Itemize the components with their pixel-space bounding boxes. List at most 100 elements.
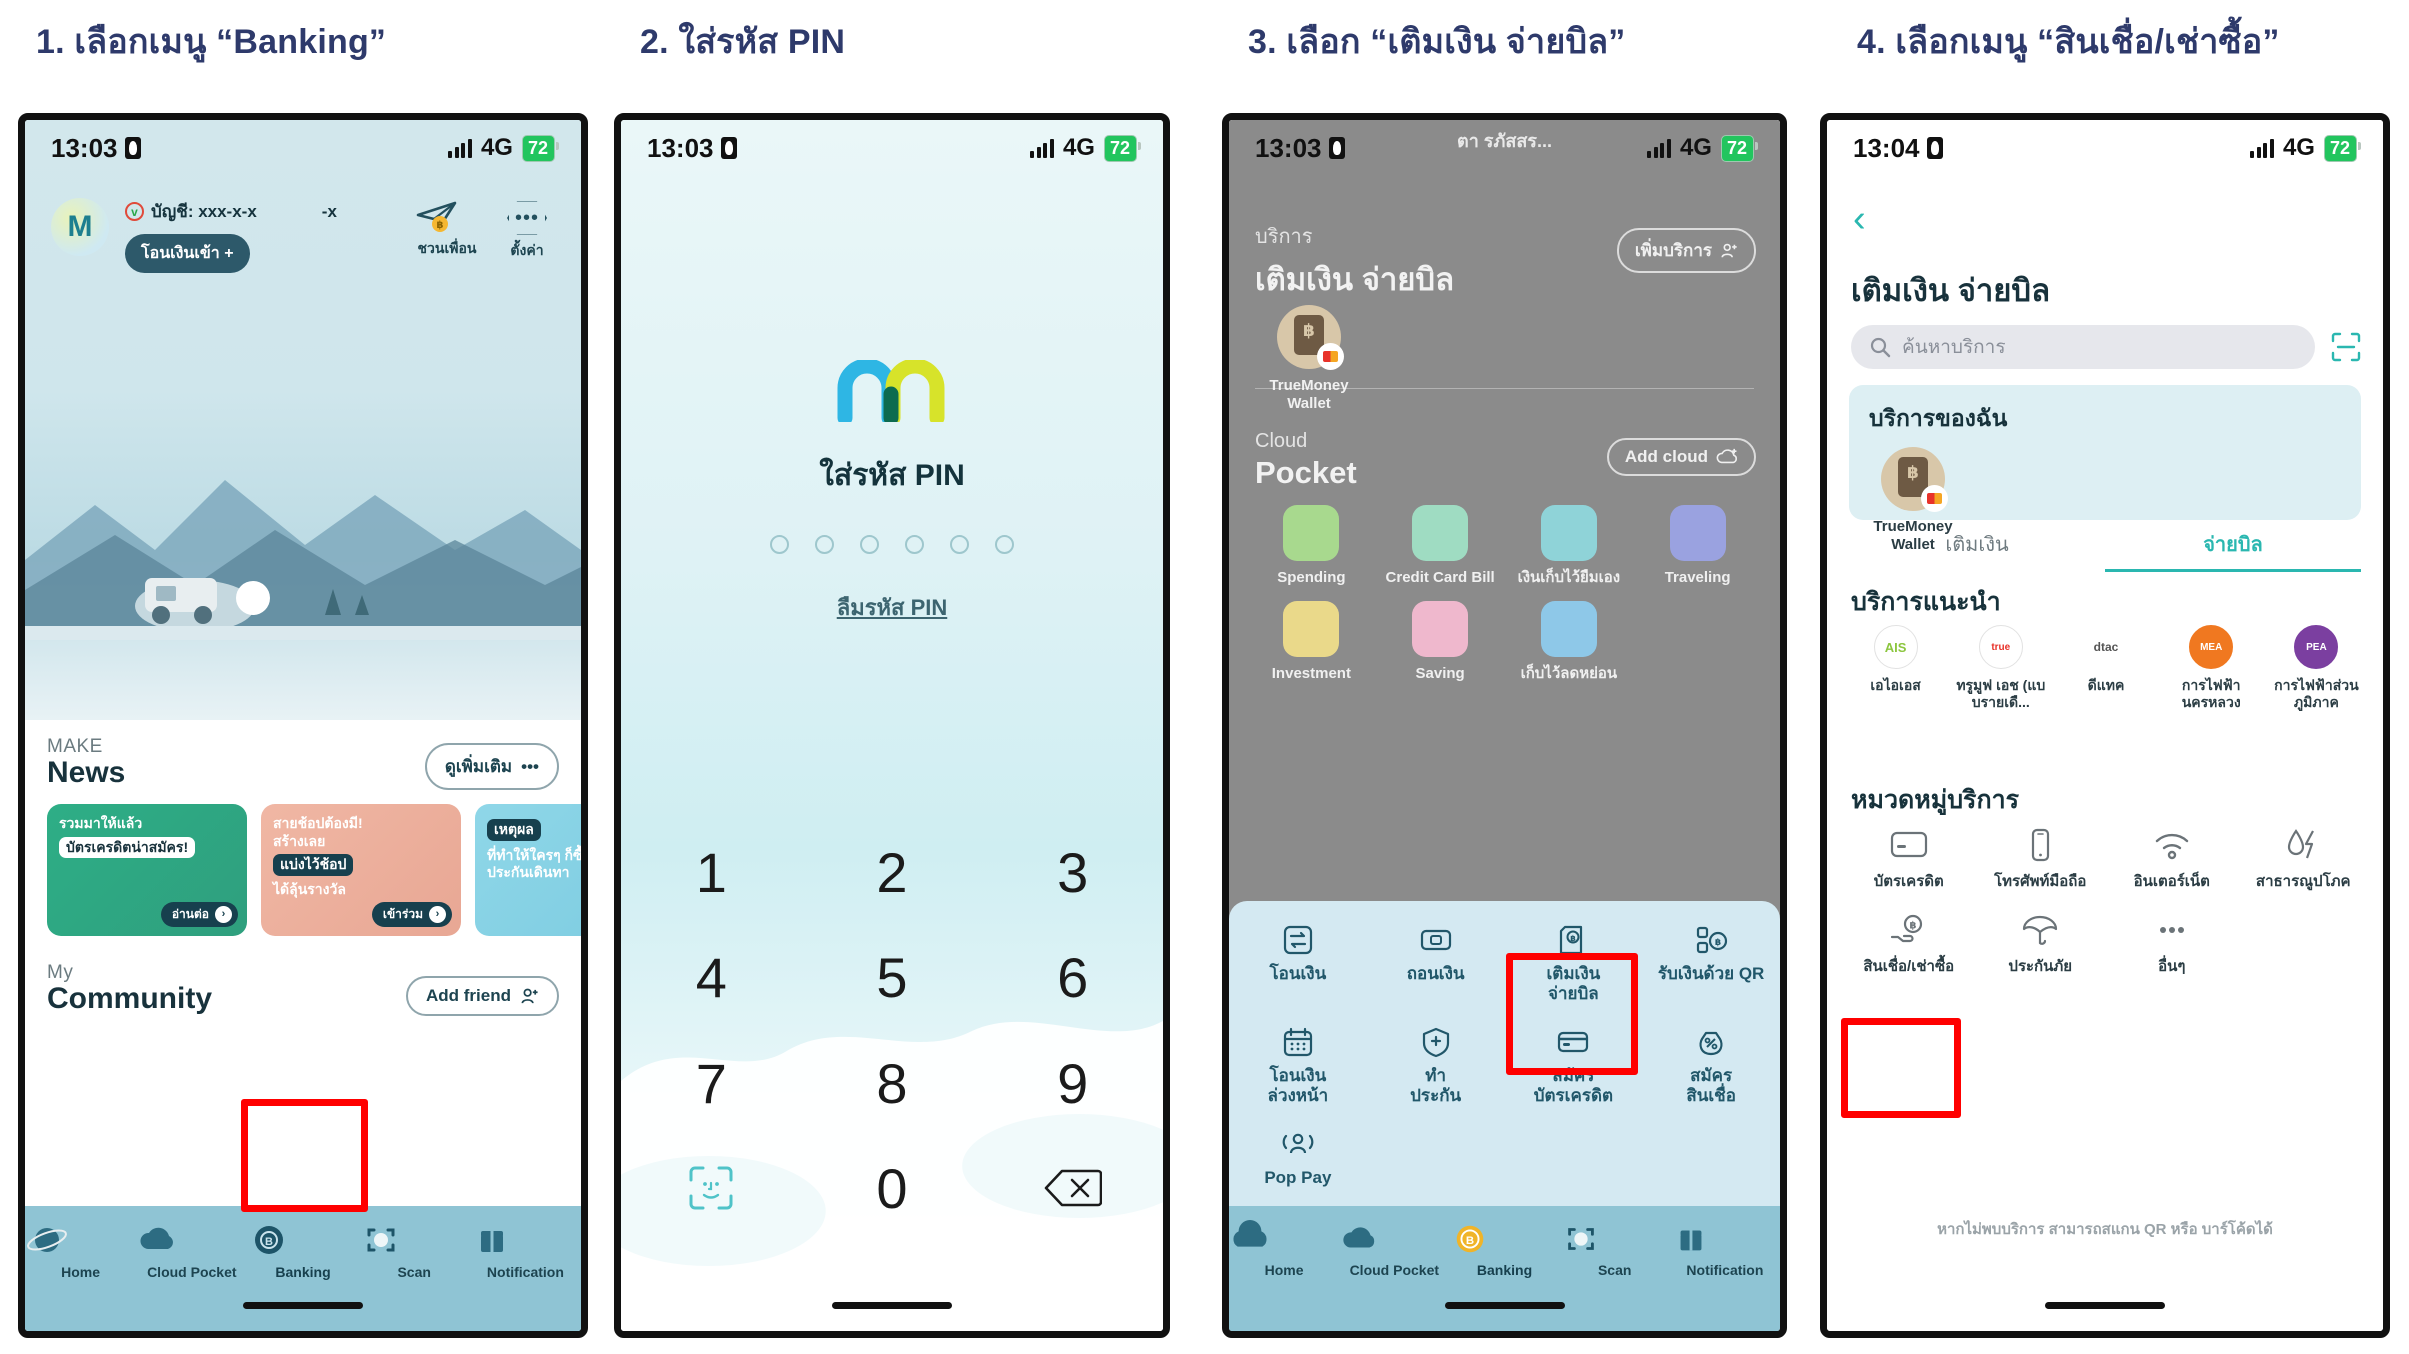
recommended-biller-row[interactable]: AIS เอไอเอส true ทรูมูฟ เอช (แบบรายเดื..…: [1843, 625, 2369, 711]
add-service-button[interactable]: เพิ่มบริการ: [1616, 228, 1756, 273]
tab-home[interactable]: Home: [1229, 1220, 1339, 1278]
sheet-item-label1: เติมเงิน: [1546, 964, 1601, 984]
category-utilities[interactable]: สาธารณูปโภค: [2238, 828, 2370, 893]
bottom-tab-bar-1[interactable]: Home Cloud Pocket B Banking Scan Notific…: [25, 1206, 581, 1331]
key-0[interactable]: 0: [802, 1136, 983, 1241]
battery-badge: 72: [2323, 134, 2362, 162]
search-input[interactable]: ค้นหาบริการ: [1851, 325, 2315, 369]
sheet-item-apply-loan[interactable]: สมัคร สินเชื่อ: [1642, 1025, 1780, 1107]
service-item-truemoney[interactable]: TrueMoney Wallet: [1259, 305, 1359, 413]
sheet-item-topup-bill[interactable]: ฿ เติมเงิน จ่ายบิล: [1505, 923, 1643, 1005]
category-internet[interactable]: อินเตอร์เน็ต: [2106, 828, 2238, 893]
tab-banking[interactable]: B Banking: [247, 1220, 358, 1280]
back-chevron-icon[interactable]: ‹: [1853, 200, 1866, 238]
baht-coin-icon: B: [1457, 1225, 1484, 1253]
tab-cloud-pocket-label: Cloud Pocket: [147, 1264, 237, 1280]
tab-banking[interactable]: B Banking: [1449, 1220, 1559, 1278]
scan-qr-icon[interactable]: [2329, 330, 2363, 364]
add-friend-button[interactable]: Add friend: [406, 976, 559, 1016]
news-card-line2: สร้างเลย: [273, 832, 326, 849]
sheet-item-insurance[interactable]: ทำ ประกัน: [1367, 1025, 1505, 1107]
pin-keypad[interactable]: 1 2 3 4 5 6 7 8 9 0: [621, 820, 1163, 1241]
key-6[interactable]: 6: [982, 925, 1163, 1030]
add-cloud-button[interactable]: Add cloud: [1606, 438, 1756, 476]
tab-cloud-pocket[interactable]: Cloud Pocket: [1339, 1220, 1449, 1278]
news-card-cta[interactable]: อ่านต่อ ›: [160, 902, 238, 927]
cloud-pocket-title: Pocket: [1255, 455, 1357, 490]
status-time: 13:03: [647, 132, 714, 163]
qr-receive-icon: ฿: [1697, 926, 1728, 954]
cloud-pocket-grid[interactable]: Spending Credit Card Bill เงินเก็บไว้ยืม…: [1247, 505, 1762, 683]
settings-button[interactable]: ••• ตั้งค่า: [495, 200, 559, 262]
key-face-id[interactable]: [621, 1136, 802, 1241]
status-time: 13:03: [51, 132, 118, 163]
biller-truemove[interactable]: true ทรูมูฟ เอช (แบบรายเดื...: [1948, 625, 2053, 711]
topup-bill-tabs[interactable]: เติมเงิน จ่ายบิล: [1849, 528, 2361, 572]
banking-action-sheet[interactable]: โอนเงิน ถอนเงิน ฿ เติมเงิน จ่ายบิล ฿ รับ…: [1229, 901, 1780, 1206]
news-card[interactable]: สายช้อปต้องมี! สร้างเลย แบ่งไว้ช้อป ได้ล…: [261, 804, 461, 936]
key-9[interactable]: 9: [982, 1031, 1163, 1136]
category-credit-card[interactable]: บัตรเครดิต: [1843, 828, 1975, 893]
key-8[interactable]: 8: [802, 1031, 983, 1136]
cloud-pocket-item[interactable]: Saving: [1376, 601, 1505, 683]
sheet-item-label1: โอนเงิน: [1269, 1065, 1327, 1085]
sheet-item-apply-credit-card[interactable]: สมัคร บัตรเครดิต: [1505, 1025, 1643, 1107]
tab-notification[interactable]: Notification: [470, 1220, 581, 1280]
key-4[interactable]: 4: [621, 925, 802, 1030]
signal-bars-icon: [2250, 138, 2274, 158]
key-1[interactable]: 1: [621, 820, 802, 925]
cloud-pocket-item[interactable]: Investment: [1247, 601, 1376, 683]
biller-ais[interactable]: AIS เอไอเอส: [1843, 625, 1948, 711]
biller-dtac[interactable]: dtac ดีแทค: [2053, 625, 2158, 711]
category-insurance[interactable]: ประกันภัย: [1975, 913, 2107, 978]
sheet-item-scheduled-transfer[interactable]: โอนเงิน ล่วงหน้า: [1229, 1025, 1367, 1107]
news-card[interactable]: รวมมาให้แล้ว บัตรเครดิตน่าสมัคร! อ่านต่อ…: [47, 804, 247, 936]
cloud-pocket-item[interactable]: Credit Card Bill: [1376, 505, 1505, 587]
tab-scan[interactable]: Scan: [359, 1220, 470, 1280]
key-backspace[interactable]: [982, 1136, 1163, 1241]
category-mobile[interactable]: โทรศัพท์มือถือ: [1975, 828, 2107, 893]
sheet-grid[interactable]: โอนเงิน ถอนเงิน ฿ เติมเงิน จ่ายบิล ฿ รับ…: [1229, 923, 1780, 1188]
key-2[interactable]: 2: [802, 820, 983, 925]
category-others[interactable]: อื่นๆ: [2106, 913, 2238, 978]
category-loan-hire-purchase[interactable]: ฿ สินเชื่อ/เช่าซื้อ: [1843, 913, 1975, 978]
tab-notification[interactable]: Notification: [1670, 1220, 1780, 1278]
tab-topup[interactable]: เติมเงิน: [1849, 528, 2105, 572]
category-grid[interactable]: บัตรเครดิต โทรศัพท์มือถือ อินเตอร์เน็ต ส…: [1843, 828, 2369, 978]
sheet-item-withdraw[interactable]: ถอนเงิน: [1367, 923, 1505, 1005]
invite-friend-button[interactable]: ฿ ชวนเพื่อน: [415, 200, 479, 262]
biller-mea[interactable]: MEA การไฟฟ้านครหลวง: [2159, 625, 2264, 711]
cloud-pocket-item[interactable]: เงินเก็บไว้ยืมเอง: [1505, 505, 1634, 587]
news-card-chip: เหตุผล: [487, 819, 541, 841]
settings-hex-dots-icon: •••: [507, 201, 547, 235]
cloud-pocket-item[interactable]: Traveling: [1633, 505, 1762, 587]
bottom-tab-bar-3[interactable]: Home Cloud Pocket B Banking Scan Notific…: [1229, 1206, 1780, 1331]
news-card-list[interactable]: รวมมาให้แล้ว บัตรเครดิตน่าสมัคร! อ่านต่อ…: [25, 790, 581, 936]
tab-paybill[interactable]: จ่ายบิล: [2105, 528, 2361, 572]
footer-note: หากไม่พบบริการ สามารถสแกน QR หรือ บาร์โค…: [1937, 1221, 2273, 1238]
cloud-pocket-item[interactable]: Spending: [1247, 505, 1376, 587]
tab-scan[interactable]: Scan: [1560, 1220, 1670, 1278]
sheet-item-receive-qr[interactable]: ฿ รับเงินด้วย QR: [1642, 923, 1780, 1005]
account-number-line: v บัญชี: xxx-x-x -x: [125, 198, 337, 225]
news-more-button[interactable]: ดูเพิ่มเติม •••: [424, 743, 559, 790]
tab-home[interactable]: Home: [25, 1220, 136, 1280]
tab-cloud-pocket[interactable]: Cloud Pocket: [136, 1220, 247, 1280]
sheet-item-pop-pay[interactable]: Pop Pay: [1229, 1127, 1367, 1188]
cloud-pocket-item[interactable]: เก็บไว้ลดหย่อน: [1505, 601, 1634, 683]
header-actions: ฿ ชวนเพื่อน ••• ตั้งค่า: [415, 200, 559, 262]
forgot-pin-link[interactable]: ลืมรหัส PIN: [621, 590, 1163, 625]
avatar[interactable]: M: [51, 198, 109, 256]
key-3[interactable]: 3: [982, 820, 1163, 925]
key-5[interactable]: 5: [802, 925, 983, 1030]
transfer-in-button[interactable]: โอนเงินเข้า +: [125, 234, 250, 273]
account-number-label: บัญชี: xxx-x-x: [151, 202, 257, 221]
news-card[interactable]: เหตุผล ที่ทำให้ใครๆ ก็ซื้ ประกันเดินทา: [475, 804, 581, 936]
biller-pea[interactable]: PEA การไฟฟ้าส่วนภูมิภาค: [2264, 625, 2369, 711]
status-time: 13:04: [1853, 132, 1920, 163]
sheet-item-transfer[interactable]: โอนเงิน: [1229, 923, 1367, 1005]
key-7[interactable]: 7: [621, 1031, 802, 1136]
svg-text:B: B: [1466, 1235, 1474, 1247]
news-card-cta[interactable]: เข้าร่วม ›: [371, 902, 452, 927]
news-card-cta-label: อ่านต่อ: [171, 907, 209, 921]
